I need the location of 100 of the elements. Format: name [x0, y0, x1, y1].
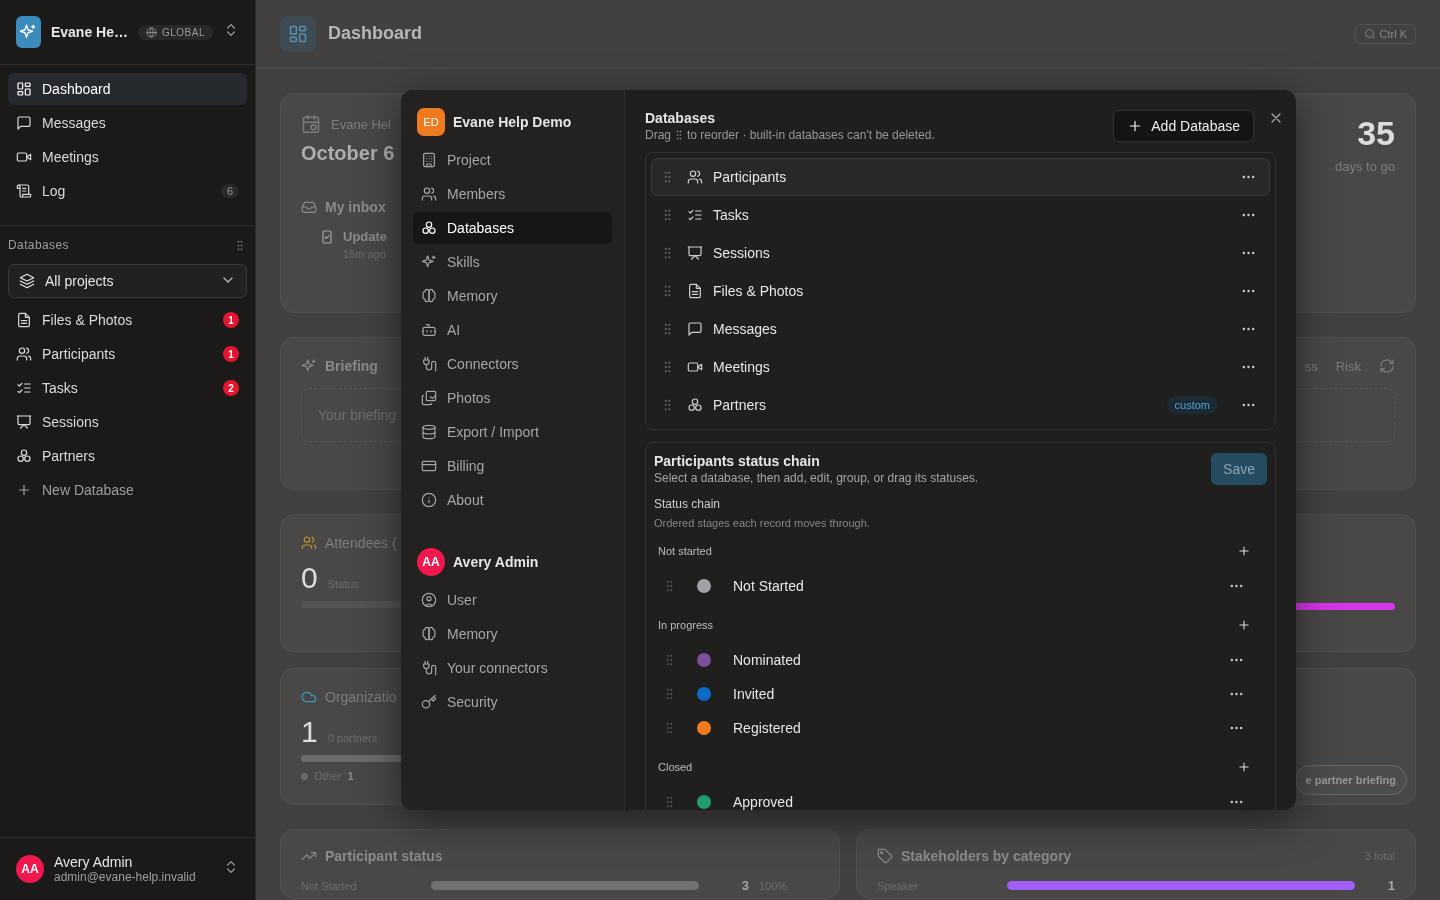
plus-icon	[16, 482, 32, 498]
drag-handle-icon[interactable]	[666, 722, 673, 734]
drag-handle-icon[interactable]	[666, 796, 673, 808]
nav-item[interactable]: Meetings	[8, 141, 247, 173]
user-email: admin@evane-help.invalid	[54, 870, 196, 884]
cloud-icon	[301, 689, 317, 705]
drag-handle-icon[interactable]	[664, 171, 671, 183]
section-title: Databases	[645, 110, 717, 126]
database-name: Messages	[713, 321, 777, 337]
settings-nav-item[interactable]: Connectors	[413, 348, 612, 380]
custom-tag: custom	[1166, 396, 1218, 414]
more-icon[interactable]	[1242, 175, 1255, 179]
database-row[interactable]: Sessions	[651, 234, 1270, 272]
add-database-button[interactable]: Add Database	[1113, 110, 1254, 142]
hint-text: to reorder · built-in databases can't be deleted.	[687, 128, 935, 142]
section-heading: Databases	[8, 238, 69, 252]
drag-handle-icon[interactable]	[664, 323, 671, 335]
drag-handle-icon[interactable]	[237, 239, 243, 251]
drag-handle-icon[interactable]	[664, 209, 671, 221]
settings-nav-item[interactable]: Photos	[413, 382, 612, 414]
drag-handle-icon[interactable]	[664, 399, 671, 411]
settings-nav-item[interactable]: About	[413, 484, 612, 516]
event-date: October 6	[301, 142, 395, 165]
database-name: Tasks	[713, 207, 749, 223]
add-status-button[interactable]	[1237, 544, 1251, 558]
more-icon[interactable]	[1242, 213, 1255, 217]
add-status-button[interactable]	[1237, 760, 1251, 774]
database-row[interactable]: Messages	[651, 310, 1270, 348]
more-icon[interactable]	[1242, 365, 1255, 369]
drag-handle-icon[interactable]	[676, 130, 682, 140]
database-item[interactable]: Files & Photos 1	[8, 304, 247, 336]
alert-badge: 2	[223, 380, 239, 396]
settings-nav-item[interactable]: Billing	[413, 450, 612, 482]
project-dropdown[interactable]: All projects	[8, 264, 247, 298]
database-row[interactable]: Meetings	[651, 348, 1270, 386]
more-icon[interactable]	[1242, 289, 1255, 293]
workspace-logo[interactable]	[16, 16, 41, 48]
layers-icon	[19, 273, 35, 289]
scope-label: GLOBAL	[161, 26, 205, 38]
nav-label: Log	[42, 183, 66, 199]
nav-item[interactable]: Log 6	[8, 175, 247, 207]
database-item[interactable]: Sessions	[8, 406, 247, 438]
settings-nav-item[interactable]: Project	[413, 144, 612, 176]
legend-dot	[301, 772, 308, 780]
status-name: Not Started	[733, 578, 804, 594]
field-description: Ordered stages each record moves through.	[654, 517, 871, 529]
settings-nav-item[interactable]: Security	[413, 686, 612, 718]
drag-handle-icon[interactable]	[664, 285, 671, 297]
legend-count: 1	[347, 770, 354, 782]
database-item[interactable]: Tasks 2	[8, 372, 247, 404]
alert-badge: 1	[223, 346, 239, 362]
settings-nav-item[interactable]: Memory	[413, 280, 612, 312]
database-item[interactable]: Participants 1	[8, 338, 247, 370]
database-row[interactable]: Partners custom	[651, 386, 1270, 424]
drag-handle-icon[interactable]	[664, 361, 671, 373]
sparkle-icon	[421, 254, 437, 270]
nav-label: Photos	[447, 390, 491, 406]
settings-nav-item[interactable]: Members	[413, 178, 612, 210]
database-row[interactable]: Files & Photos	[651, 272, 1270, 310]
avatar: ED	[417, 108, 445, 136]
database-name: Partners	[713, 397, 766, 413]
image-icon	[421, 390, 437, 406]
drag-handle-icon[interactable]	[666, 688, 673, 700]
brain-icon	[421, 288, 437, 304]
drag-handle-icon[interactable]	[666, 580, 673, 592]
more-icon[interactable]	[1242, 327, 1255, 331]
settings-nav-item[interactable]: AI	[413, 314, 612, 346]
settings-nav-item[interactable]: Skills	[413, 246, 612, 278]
drag-handle-icon[interactable]	[666, 654, 673, 666]
settings-nav-item[interactable]: User	[413, 584, 612, 616]
more-icon[interactable]	[1230, 584, 1243, 588]
key-icon	[421, 694, 437, 710]
settings-nav-item[interactable]: Your connectors	[413, 652, 612, 684]
chat-bubble-icon	[16, 115, 32, 131]
settings-nav-item[interactable]: Memory	[413, 618, 612, 650]
database-item[interactable]: Partners	[8, 440, 247, 472]
user-avatar[interactable]: AA	[16, 855, 44, 883]
database-row[interactable]: Tasks	[651, 196, 1270, 234]
more-icon[interactable]	[1230, 800, 1243, 804]
presentation-board-icon	[16, 414, 32, 430]
new-database-button[interactable]: New Database	[8, 474, 247, 506]
database-row[interactable]: Participants	[651, 158, 1270, 196]
more-icon[interactable]	[1242, 403, 1255, 407]
plus-icon	[1237, 544, 1251, 558]
nav-item[interactable]: Messages	[8, 107, 247, 139]
settings-nav-item[interactable]: Export / Import	[413, 416, 612, 448]
more-icon[interactable]	[1242, 251, 1255, 255]
more-icon[interactable]	[1230, 692, 1243, 696]
drag-handle-icon[interactable]	[664, 247, 671, 259]
card-icon	[421, 458, 437, 474]
status-name: Invited	[733, 686, 775, 702]
more-icon[interactable]	[1230, 658, 1243, 662]
add-status-button[interactable]	[1237, 618, 1251, 632]
circles-icon	[421, 220, 437, 236]
video-camera-icon	[16, 149, 32, 165]
sparkle-icon	[19, 23, 38, 41]
nav-label: Dashboard	[42, 81, 111, 97]
more-icon[interactable]	[1230, 726, 1243, 730]
nav-item[interactable]: Dashboard	[8, 73, 247, 105]
settings-nav-item[interactable]: Databases	[413, 212, 612, 244]
